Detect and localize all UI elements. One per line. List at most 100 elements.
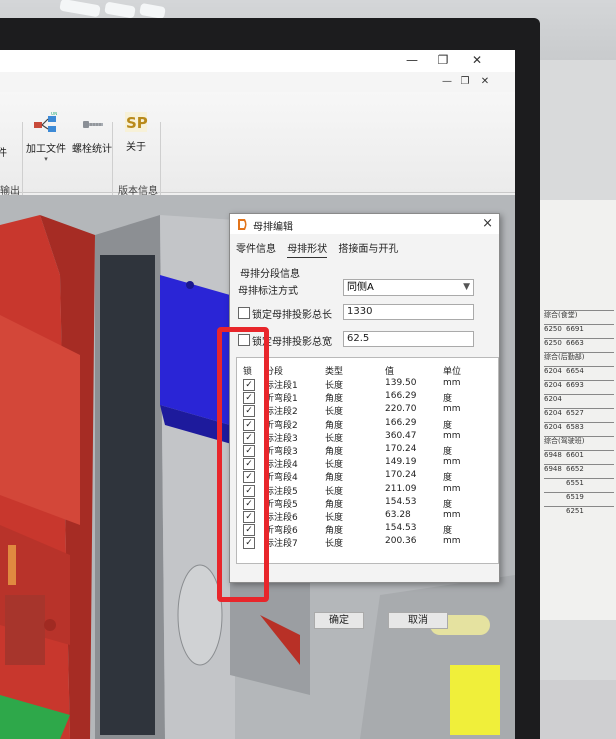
segment-value: 166.29 bbox=[385, 417, 417, 428]
segment-unit: mm bbox=[443, 457, 461, 468]
table-row[interactable]: ✓ 折弯段4 角度 170.24 度 bbox=[237, 470, 498, 484]
about-button[interactable]: SP 关于 bbox=[116, 110, 156, 180]
segment-type: 长度 bbox=[325, 486, 344, 497]
segment-unit: 度 bbox=[443, 473, 453, 484]
app-subtitlebar: — ❐ ✕ bbox=[0, 72, 515, 93]
segment-value: 200.36 bbox=[385, 536, 417, 547]
table-row[interactable]: ✓ 折弯段1 角度 166.29 度 bbox=[237, 391, 498, 405]
segment-name: 标注段2 bbox=[265, 407, 298, 418]
paper-row: 6948 6601 bbox=[544, 450, 614, 460]
segment-unit: 度 bbox=[443, 420, 453, 431]
paper-cell: 6527 bbox=[566, 409, 584, 417]
col-type-header: 类型 bbox=[325, 367, 344, 377]
segment-type: 角度 bbox=[325, 394, 344, 405]
total-width-value: 62.5 bbox=[347, 333, 370, 344]
total-width-field[interactable]: 62.5 bbox=[343, 331, 474, 347]
segment-name: 折弯段5 bbox=[265, 499, 298, 510]
ribbon-partial-button[interactable]: 件 bbox=[0, 120, 12, 190]
annotation-method-label: 母排标注方式 bbox=[238, 286, 298, 297]
table-header: 锁 分段 类型 值 单位 bbox=[237, 364, 498, 377]
paper-cell: 6519 bbox=[566, 493, 584, 501]
segment-unit: mm bbox=[443, 536, 461, 547]
restore-icon[interactable]: ❐ bbox=[458, 75, 472, 89]
process-file-label: 加工文件 bbox=[26, 144, 66, 155]
segment-type: 角度 bbox=[325, 499, 344, 510]
paper-cell: 6583 bbox=[566, 423, 584, 431]
paper-cell: 6652 bbox=[566, 465, 584, 473]
close-icon[interactable]: ✕ bbox=[478, 75, 492, 89]
segment-type: 长度 bbox=[325, 513, 344, 523]
col-value-header: 值 bbox=[385, 367, 395, 377]
table-row[interactable]: ✓ 标注段6 长度 63.28 mm bbox=[237, 510, 498, 523]
segment-name: 折弯段4 bbox=[265, 473, 298, 484]
lock-length-checkbox[interactable] bbox=[238, 307, 250, 319]
minimize-icon[interactable]: — bbox=[405, 53, 419, 67]
table-row[interactable]: ✓ 标注段5 长度 211.09 mm bbox=[237, 484, 498, 497]
dialog-titlebar: 母排编辑 × bbox=[230, 214, 499, 234]
chevron-down-icon: ▼ bbox=[463, 282, 470, 292]
tab-part-info[interactable]: 零件信息 bbox=[236, 240, 276, 257]
chevron-down-icon: ▾ bbox=[44, 155, 48, 163]
ribbon-divider bbox=[22, 122, 23, 197]
process-file-button[interactable]: ON 加工文件 ▾ bbox=[24, 112, 68, 182]
bolt-icon bbox=[83, 121, 103, 128]
total-length-field[interactable]: 1330 bbox=[343, 304, 474, 320]
paper-cell: 6948 bbox=[544, 451, 562, 459]
ok-button[interactable]: 确定 bbox=[314, 612, 364, 629]
cancel-button[interactable]: 取消 bbox=[388, 612, 448, 629]
restore-icon[interactable]: ❐ bbox=[436, 53, 450, 67]
paper-row: 综合(后勤部) bbox=[544, 352, 614, 362]
segment-value: 360.47 bbox=[385, 430, 417, 441]
segment-type: 角度 bbox=[325, 526, 344, 537]
segment-unit: 度 bbox=[443, 394, 453, 405]
close-icon[interactable]: ✕ bbox=[470, 53, 484, 67]
table-row[interactable]: ✓ 标注段4 长度 149.19 mm bbox=[237, 457, 498, 471]
segment-type: 长度 bbox=[325, 539, 344, 550]
segment-name: 标注段1 bbox=[265, 381, 298, 391]
desk-surface bbox=[530, 680, 616, 739]
svg-text:SP: SP bbox=[126, 114, 148, 132]
table-row[interactable]: ✓ 标注段2 长度 220.70 mm bbox=[237, 404, 498, 418]
table-row[interactable]: ✓ 标注段3 长度 360.47 mm bbox=[237, 431, 498, 444]
ribbon-divider bbox=[112, 122, 113, 197]
table-row[interactable]: ✓ 折弯段3 角度 170.24 度 bbox=[237, 444, 498, 457]
paper-row: 综合(食堂) bbox=[544, 310, 614, 320]
ribbon-divider bbox=[160, 122, 161, 197]
table-row[interactable]: ✓ 折弯段6 角度 154.53 度 bbox=[237, 523, 498, 537]
table-row[interactable]: ✓ 标注段7 长度 200.36 mm bbox=[237, 536, 498, 550]
segment-unit: 度 bbox=[443, 499, 453, 510]
ceiling-light bbox=[104, 1, 136, 19]
paper-row: 6251 bbox=[544, 506, 614, 516]
segment-unit: mm bbox=[443, 510, 461, 520]
segment-table: 锁 分段 类型 值 单位 ✓ 标注段1 长度 139.50 mm ✓ 折弯段1 角度 166.2… bbox=[236, 357, 499, 564]
table-row[interactable]: ✓ 折弯段5 角度 154.53 度 bbox=[237, 497, 498, 510]
segment-unit: 度 bbox=[443, 526, 453, 537]
paper-cell: 6654 bbox=[566, 367, 584, 375]
paper-cell: 6601 bbox=[566, 451, 584, 459]
paper-cell: 6204 bbox=[544, 409, 562, 417]
segment-type: 长度 bbox=[325, 433, 344, 444]
paper-cell: 6663 bbox=[566, 339, 584, 347]
minimize-icon[interactable]: — bbox=[440, 75, 454, 89]
tab-overlap-holes[interactable]: 搭接面与开孔 bbox=[338, 240, 398, 257]
paper-cell: 6250 bbox=[544, 339, 562, 347]
bolt-stats-button[interactable]: 螺栓统计 bbox=[70, 112, 114, 182]
table-row[interactable]: ✓ 标注段1 长度 139.50 mm bbox=[237, 378, 498, 391]
segment-value: 63.28 bbox=[385, 510, 411, 520]
segment-unit: mm bbox=[443, 483, 461, 494]
paper-row: 6250 6691 bbox=[544, 324, 614, 334]
table-row[interactable]: ✓ 折弯段2 角度 166.29 度 bbox=[237, 418, 498, 431]
segment-type: 角度 bbox=[325, 420, 344, 431]
segment-type: 长度 bbox=[325, 381, 344, 391]
paper-cell: 6691 bbox=[566, 325, 584, 333]
segment-name: 折弯段6 bbox=[265, 526, 298, 537]
paper-cell: 6204 bbox=[544, 395, 562, 403]
dialog-close-button[interactable]: × bbox=[482, 216, 493, 231]
annotation-method-select[interactable]: 同侧A ▼ bbox=[343, 279, 474, 296]
tab-busbar-shape[interactable]: 母排形状 bbox=[287, 240, 328, 258]
paper-row: 6204 6583 bbox=[544, 422, 614, 432]
paper-cell: 6251 bbox=[566, 507, 584, 515]
app-titlebar: — ❐ ✕ bbox=[0, 50, 515, 73]
segment-value: 154.53 bbox=[385, 523, 417, 534]
paper-cell: 6693 bbox=[566, 381, 584, 389]
